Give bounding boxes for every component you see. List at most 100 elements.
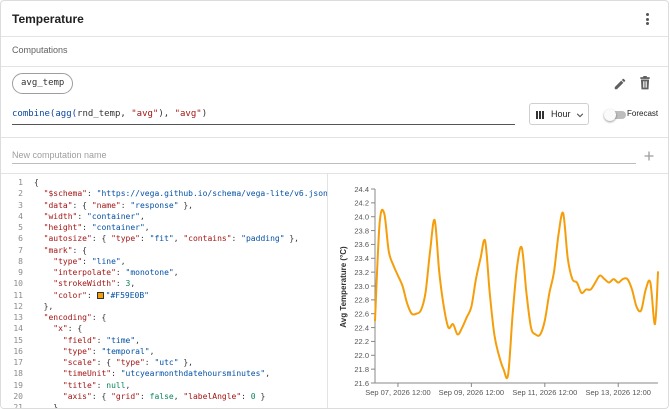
- y-tick-label: 24.4: [354, 185, 369, 194]
- code-token: "field": [62, 335, 97, 345]
- code-token: :: [115, 268, 126, 277]
- code-line: 2 "$schema": "https://vega.github.io/sch…: [1, 188, 327, 199]
- code-editor[interactable]: 1{2 "$schema": "https://vega.github.io/s…: [1, 174, 327, 408]
- code-token: "https://vega.github.io/schema/vega-lite…: [96, 189, 327, 199]
- y-tick-label: 21.8: [354, 365, 369, 374]
- new-computation-input[interactable]: [12, 146, 636, 164]
- line-number: 12: [13, 301, 23, 311]
- code-token: ,: [139, 211, 145, 221]
- forecast-label: Forecast: [627, 109, 659, 118]
- x-tick-label: Sep 09, 2026 12:00: [439, 388, 504, 397]
- code-token: :: [115, 279, 126, 289]
- code-token: false: [149, 391, 174, 401]
- code-token: :: [96, 335, 107, 345]
- code-token: "width": [43, 211, 78, 221]
- code-token: "temporal": [101, 346, 150, 356]
- divider: [1, 137, 668, 138]
- y-tick-label: 23.8: [354, 226, 369, 235]
- code-line: 18 "timeUnit": "utcyearmonthdatehoursmin…: [1, 368, 327, 379]
- code-text: "x": {: [34, 323, 82, 334]
- code-token: "type": [111, 234, 140, 244]
- code-token: ,: [125, 380, 131, 390]
- interval-select-value: Hour: [551, 109, 571, 119]
- computation-chip[interactable]: avg_temp: [12, 73, 74, 94]
- interval-select[interactable]: Hour: [529, 103, 589, 125]
- y-tick-label: 24.0: [354, 213, 369, 222]
- code-token: ,: [130, 279, 136, 289]
- code-token: ,: [173, 234, 184, 244]
- line-number: 6: [18, 234, 23, 244]
- code-token: "utc": [154, 358, 179, 367]
- code-token: "monotone": [125, 268, 174, 277]
- code-line: 5 "height": "container",: [1, 222, 327, 233]
- code-token: "data": [43, 200, 73, 210]
- code-token: "type": [62, 346, 92, 356]
- code-token: : {: [91, 234, 112, 244]
- code-token: :: [87, 189, 97, 199]
- code-token: "#F59E0B": [105, 290, 149, 300]
- code-token: "title": [62, 380, 97, 390]
- y-tick-label: 23.0: [354, 282, 369, 291]
- code-token: :: [82, 256, 92, 266]
- code-token: "interpolate": [53, 268, 116, 277]
- code-text: "$schema": "https://vega.github.io/schem…: [34, 188, 327, 199]
- code-text: "title": null,: [34, 380, 130, 391]
- code-text: },: [34, 301, 54, 312]
- code-token: "x": [53, 324, 68, 334]
- code-token: "type": [115, 358, 145, 367]
- code-token: "height": [43, 223, 83, 232]
- code-token: :: [82, 223, 92, 232]
- code-token: ,: [173, 391, 184, 401]
- y-tick-label: 23.2: [354, 268, 369, 277]
- bar-chart-icon: [536, 111, 546, 119]
- code-token: :: [241, 391, 251, 401]
- code-line: 12 },: [1, 301, 327, 312]
- code-line: 9 "interpolate": "monotone",: [1, 267, 327, 278]
- line-number: 20: [13, 391, 23, 401]
- code-token: "time": [106, 335, 136, 345]
- line-number: 17: [13, 358, 23, 367]
- y-tick-label: 24.2: [354, 199, 369, 208]
- code-token: "name": [91, 200, 121, 210]
- code-token: "container": [91, 223, 145, 232]
- delete-icon[interactable]: [639, 76, 651, 90]
- y-tick-label: 23.4: [354, 254, 369, 263]
- forecast-toggle[interactable]: [604, 109, 626, 121]
- code-token: },: [178, 200, 193, 210]
- line-number: 10: [13, 279, 23, 289]
- code-token: :: [91, 346, 102, 356]
- more-vert-icon[interactable]: [642, 10, 652, 28]
- code-line: 10 "strokeWidth": 3,: [1, 278, 327, 289]
- code-token: "fit": [149, 234, 174, 244]
- x-tick-label: Sep 13, 2026 12:00: [585, 388, 650, 397]
- code-line: 1{: [1, 177, 327, 188]
- y-axis-title: Avg Temperature (°C): [339, 246, 348, 328]
- formula-arg2: "avg": [174, 109, 202, 119]
- edit-icon[interactable]: [613, 77, 627, 91]
- code-token: "scale": [62, 358, 97, 367]
- code-token: "axis": [62, 391, 92, 401]
- code-text: "mark": {: [34, 245, 87, 256]
- code-token: ,: [144, 223, 150, 232]
- code-line: 8 "type": "line",: [1, 256, 327, 267]
- code-line: 21 },: [1, 402, 327, 408]
- formula-input[interactable]: combine(agg(rnd_temp, "avg"), "avg"): [12, 101, 515, 125]
- code-text: "width": "container",: [34, 211, 145, 222]
- code-token: },: [178, 358, 193, 367]
- line-number: 11: [13, 290, 23, 300]
- formula-fn-agg: agg(: [55, 109, 78, 119]
- code-token: "autosize": [43, 234, 92, 244]
- code-text: "interpolate": "monotone",: [34, 267, 178, 278]
- formula-arg1: "avg": [131, 109, 159, 119]
- code-line: 15 "field": "time",: [1, 335, 327, 346]
- code-token: null: [106, 380, 126, 390]
- code-text: },: [34, 402, 63, 408]
- formula-field: rnd_temp,: [77, 109, 132, 119]
- y-tick-label: 22.4: [354, 323, 369, 332]
- code-line: 17 "scale": { "type": "utc" },: [1, 357, 327, 368]
- code-token: {: [34, 178, 39, 187]
- x-tick-label: Sep 11, 2026 12:00: [512, 388, 577, 397]
- add-icon[interactable]: [644, 151, 654, 161]
- code-token: "container": [87, 211, 140, 221]
- line-number: 16: [13, 346, 23, 356]
